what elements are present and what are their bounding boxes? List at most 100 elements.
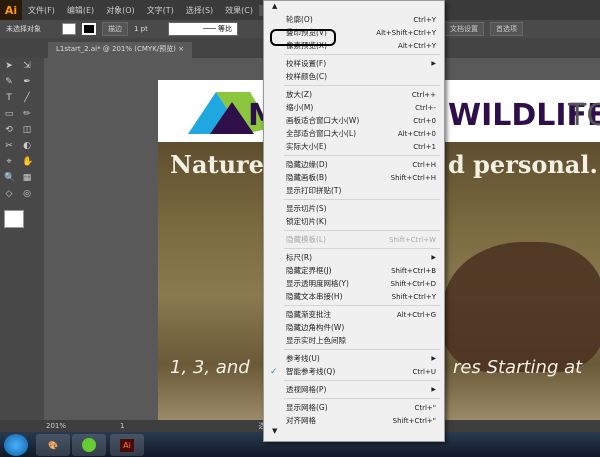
menu-item-label: 锁定切片(K) [286, 217, 327, 226]
stroke-weight-field[interactable]: 1 pt [134, 25, 162, 33]
zoom-field[interactable]: 201% [46, 422, 66, 430]
stroke-swatch[interactable] [82, 23, 96, 35]
tool-6-icon[interactable]: ▭ [4, 109, 14, 119]
menu-item[interactable]: 显示透明度网格(Y) Shift+Ctrl+D [264, 277, 444, 290]
tool-15-icon[interactable]: ▦ [22, 173, 32, 183]
menu-item[interactable]: 隐藏边缘(D) Ctrl+H [264, 158, 444, 171]
menu-item-shortcut: Shift+Ctrl+B [391, 266, 436, 275]
menu-5[interactable]: 效果(C) [219, 5, 259, 16]
tool-13-icon[interactable]: ✋ [22, 157, 33, 167]
menu-item[interactable]: 放大(Z) Ctrl++ [264, 88, 444, 101]
menu-item-shortcut: Ctrl+" [414, 403, 436, 412]
menu-4[interactable]: 选择(S) [180, 5, 219, 16]
submenu-arrow-icon: ▶ [431, 60, 436, 67]
menu-0[interactable]: 文件(F) [22, 5, 61, 16]
preferences-button[interactable]: 首选项 [490, 22, 523, 36]
menu-item[interactable]: 校样设置(F) ▶ [264, 57, 444, 70]
headline-right: d personal. [448, 150, 598, 179]
menu-item[interactable]: 标尺(R) ▶ [264, 251, 444, 264]
stroke-style-label: 等比 [218, 25, 232, 33]
menu-item[interactable]: 隐藏定界框(J) Shift+Ctrl+B [264, 264, 444, 277]
tool-7-icon[interactable]: ✏ [22, 109, 32, 119]
menu-item-label: 全部适合窗口大小(L) [286, 129, 357, 138]
menu-item[interactable]: 锁定切片(K) [264, 215, 444, 228]
green-app-icon[interactable] [72, 434, 106, 456]
menu-item[interactable]: 校样颜色(C) [264, 70, 444, 83]
menu-item[interactable]: 显示实时上色间隙 [264, 334, 444, 347]
tool-0-icon[interactable]: ➤ [4, 61, 14, 71]
menu-2[interactable]: 对象(O) [100, 5, 141, 16]
app-logo: Ai [0, 0, 22, 20]
menu-item-label: 轮廓(O) [286, 15, 313, 24]
fill-stroke-swatch[interactable] [4, 210, 24, 228]
tool-10-icon[interactable]: ✂ [4, 141, 14, 151]
menu-item-label: 参考线(U) [286, 354, 320, 363]
tool-5-icon[interactable]: ╱ [22, 93, 32, 103]
page-field[interactable]: 1 [120, 422, 124, 430]
tool-8-icon[interactable]: ⟲ [4, 125, 14, 135]
menu-item[interactable]: 隐藏边角构件(W) [264, 321, 444, 334]
menu-item-label: 校样设置(F) [286, 59, 327, 68]
tagline-right: res Starting at [453, 357, 583, 378]
tool-4-icon[interactable]: T [4, 93, 14, 103]
menu-item[interactable]: 缩小(M) Ctrl+- [264, 101, 444, 114]
menu-item-shortcut: Ctrl+Y [413, 15, 436, 24]
menu-item-label: 隐藏边角构件(W) [286, 323, 345, 332]
tool-11-icon[interactable]: ◐ [22, 141, 32, 151]
checkmark-icon: ✓ [270, 366, 278, 377]
tool-2-icon[interactable]: ✎ [4, 77, 14, 87]
menu-item[interactable]: 隐藏渐变批注 Alt+Ctrl+G [264, 308, 444, 321]
submenu-arrow-icon: ▶ [431, 254, 436, 261]
menu-separator [284, 305, 440, 306]
menu-separator [284, 349, 440, 350]
menu-item-shortcut: Ctrl+1 [413, 142, 436, 151]
menu-separator [284, 398, 440, 399]
tool-3-icon[interactable]: ✒ [22, 77, 32, 87]
menu-separator [284, 85, 440, 86]
menu-item[interactable]: ✓ 智能参考线(Q) Ctrl+U [264, 365, 444, 378]
menu-item[interactable]: 显示切片(S) [264, 202, 444, 215]
menu-item[interactable]: 参考线(U) ▶ [264, 352, 444, 365]
menu-item[interactable]: 全部适合窗口大小(L) Alt+Ctrl+0 [264, 127, 444, 140]
menu-item[interactable]: 隐藏文本串接(H) Shift+Ctrl+Y [264, 290, 444, 303]
menu-item-shortcut: Ctrl+0 [413, 116, 436, 125]
scroll-up-icon[interactable]: ▲ [264, 2, 277, 12]
menu-item[interactable]: 隐藏画板(B) Shift+Ctrl+H [264, 171, 444, 184]
menu-item-label: 隐藏模板(L) [286, 235, 327, 244]
scroll-down-icon[interactable]: ▼ [264, 427, 444, 437]
document-settings-button[interactable]: 文档设置 [444, 22, 484, 36]
menu-item[interactable]: 显示打印拼贴(T) [264, 184, 444, 197]
stroke-style-dropdown[interactable]: ─── 等比 [168, 22, 238, 36]
menu-item-shortcut: Alt+Shift+Ctrl+Y [376, 28, 436, 37]
menu-item-label: 缩小(M) [286, 103, 314, 112]
menu-item[interactable]: 透视网格(P) ▶ [264, 383, 444, 396]
menu-separator [284, 155, 440, 156]
tool-12-icon[interactable]: ⌖ [4, 157, 14, 167]
menu-separator [284, 54, 440, 55]
menu-item-label: 显示实时上色间隙 [286, 336, 346, 345]
document-tab[interactable]: L1start_2.ai* @ 201% (CMYK/预览) × [48, 42, 192, 58]
menu-1[interactable]: 编辑(E) [61, 5, 100, 16]
tool-9-icon[interactable]: ◫ [22, 125, 32, 135]
menu-item-shortcut: Ctrl+H [412, 160, 436, 169]
close-tab-icon[interactable]: × [178, 45, 184, 53]
menu-3[interactable]: 文字(T) [141, 5, 180, 16]
tool-16-icon[interactable]: ◇ [4, 189, 14, 199]
tool-17-icon[interactable]: ◎ [22, 189, 32, 199]
paint-app-icon[interactable]: 🎨 [36, 434, 70, 456]
menu-item-label: 显示打印拼贴(T) [286, 186, 342, 195]
menu-item[interactable]: 画板适合窗口大小(W) Ctrl+0 [264, 114, 444, 127]
menu-separator [284, 230, 440, 231]
menu-item[interactable]: 实际大小(E) Ctrl+1 [264, 140, 444, 153]
start-button-icon[interactable] [4, 434, 28, 456]
menu-item-label: 校样颜色(C) [286, 72, 328, 81]
tool-14-icon[interactable]: 🔍 [4, 173, 15, 183]
tool-1-icon[interactable]: ⇲ [22, 61, 32, 71]
illustrator-taskbar-icon[interactable]: Ai [110, 434, 144, 456]
menu-item[interactable]: 对齐网格 Shift+Ctrl+" [264, 414, 444, 427]
menu-item[interactable]: 显示网格(G) Ctrl+" [264, 401, 444, 414]
highlight-annotation [270, 29, 336, 46]
fill-swatch[interactable] [62, 23, 76, 35]
stroke-label[interactable]: 描边 [102, 22, 128, 36]
menu-item[interactable]: 轮廓(O) Ctrl+Y [264, 13, 444, 26]
